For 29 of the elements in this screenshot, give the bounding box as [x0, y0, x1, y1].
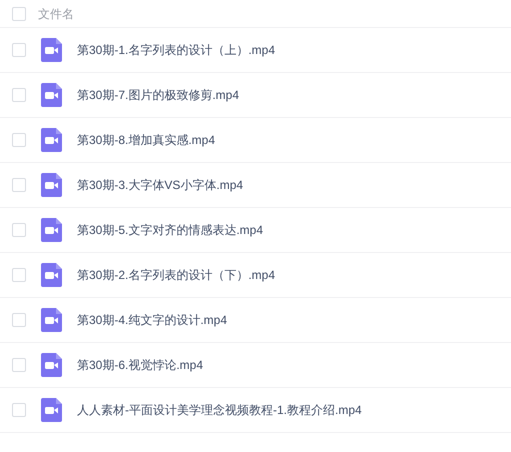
- video-file-icon: [41, 308, 62, 332]
- checkbox[interactable]: [12, 313, 26, 327]
- checkbox[interactable]: [12, 133, 26, 147]
- video-file-icon: [41, 38, 62, 62]
- file-name[interactable]: 第30期-6.视觉悖论.mp4: [77, 356, 204, 374]
- checkbox[interactable]: [12, 223, 26, 237]
- video-file-icon: [41, 353, 62, 377]
- video-file-icon: [41, 173, 62, 197]
- video-file-icon: [41, 218, 62, 242]
- column-header: 文件名: [38, 6, 74, 22]
- checkbox[interactable]: [12, 403, 26, 417]
- file-name[interactable]: 第30期-2.名字列表的设计（下）.mp4: [77, 266, 276, 284]
- file-name[interactable]: 第30期-3.大字体VS小字体.mp4: [77, 176, 244, 194]
- file-name[interactable]: 第30期-7.图片的极致修剪.mp4: [77, 86, 240, 104]
- checkbox[interactable]: [12, 43, 26, 57]
- checkbox[interactable]: [12, 358, 26, 372]
- checkbox[interactable]: [12, 6, 26, 20]
- checkbox[interactable]: [12, 178, 26, 192]
- file-name[interactable]: 第30期-8.增加真实感.mp4: [77, 131, 216, 149]
- video-file-icon: [41, 83, 62, 107]
- file-name[interactable]: 人人素材-平面设计美学理念视频教程-1.教程介绍.mp4: [77, 401, 362, 419]
- video-file-icon: [41, 263, 62, 287]
- video-file-icon: [41, 398, 62, 422]
- file-name[interactable]: 第30期-4.纯文字的设计.mp4: [77, 311, 228, 329]
- video-file-icon: [41, 128, 62, 152]
- checkbox[interactable]: [12, 268, 26, 282]
- file-name[interactable]: 第30期-5.文字对齐的情感表达.mp4: [77, 221, 264, 239]
- file-name[interactable]: 第30期-1.名字列表的设计（上）.mp4: [77, 41, 276, 59]
- checkbox[interactable]: [12, 88, 26, 102]
